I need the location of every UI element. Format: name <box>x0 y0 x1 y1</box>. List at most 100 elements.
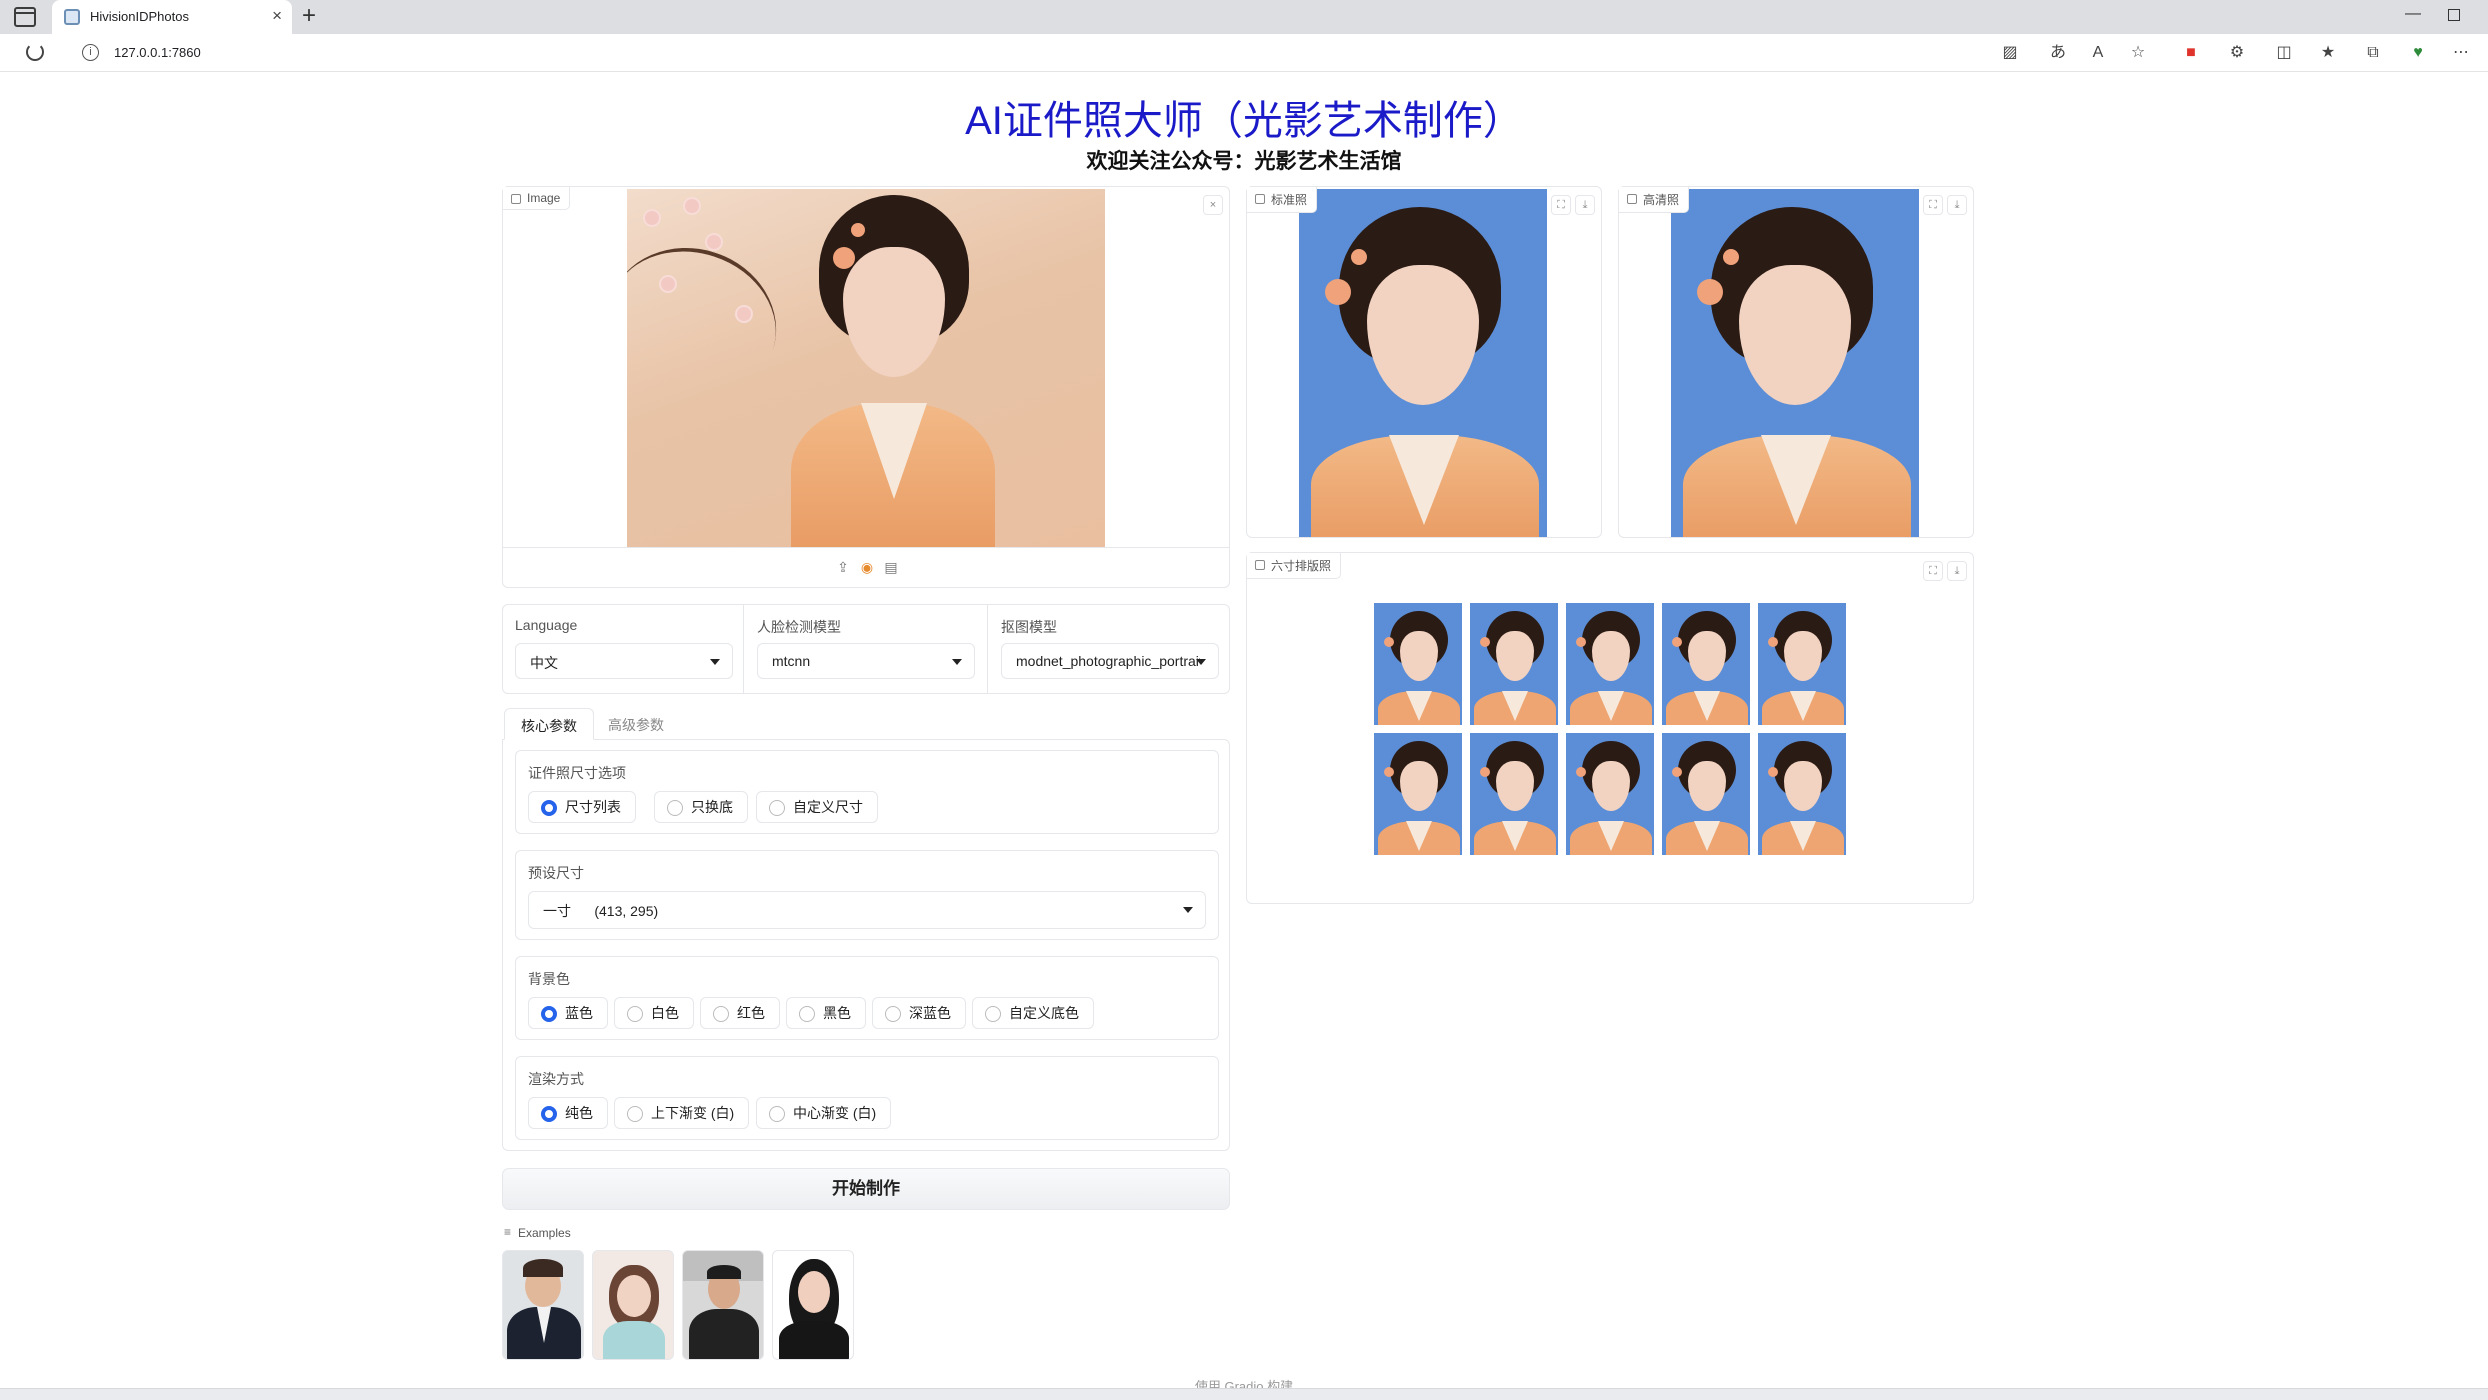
radio-dot <box>713 1006 729 1022</box>
preset-size-dropdown[interactable]: 一寸 (413, 295) <box>528 891 1206 929</box>
radio-change-bg-only[interactable]: 只换底 <box>654 791 748 823</box>
image-icon <box>1255 194 1265 204</box>
browser-essentials-icon[interactable]: ♥ <box>2407 42 2429 64</box>
favorites-icon[interactable]: ★ <box>2317 42 2339 64</box>
chevron-down-icon <box>952 659 962 665</box>
model-selectors: Language 中文 人脸检测模型 mtcnn 抠图模型 modnet_pho… <box>502 604 1230 694</box>
tab-actions-icon[interactable] <box>14 7 36 27</box>
preset-size-label: 预设尺寸 <box>528 865 584 881</box>
radio-dot <box>985 1006 1001 1022</box>
radio-dot <box>799 1006 815 1022</box>
translate-icon[interactable]: あ <box>2047 42 2069 64</box>
render-mode-label: 渲染方式 <box>528 1071 584 1087</box>
extensions-icon[interactable]: ⚙ <box>2226 42 2248 64</box>
close-tab-icon[interactable]: × <box>272 7 282 25</box>
render-mode-group: 渲染方式 纯色 上下渐变 (白) 中心渐变 (白) <box>515 1056 1219 1140</box>
example-thumb-1[interactable] <box>502 1250 584 1360</box>
bottom-strip <box>0 1388 2488 1400</box>
language-value: 中文 <box>530 655 558 671</box>
no-image-icon[interactable]: ▨ <box>1999 42 2021 64</box>
split-screen-icon[interactable]: ◫ <box>2273 42 2295 64</box>
collections-icon[interactable]: ⧉ <box>2362 42 2384 64</box>
upload-icon[interactable]: ⇪ <box>833 557 853 577</box>
language-dropdown[interactable]: 中文 <box>515 643 733 679</box>
maximize-icon[interactable] <box>2448 9 2460 21</box>
reload-icon[interactable] <box>26 43 44 61</box>
layout-photo-cell <box>1470 603 1558 725</box>
radio-render-vertical-gradient[interactable]: 上下渐变 (白) <box>614 1097 750 1129</box>
chevron-down-icon <box>710 659 720 665</box>
download-icon[interactable]: ⤓ <box>1575 195 1595 215</box>
site-info-icon[interactable]: i <box>82 44 99 61</box>
clear-image-icon[interactable]: × <box>1203 195 1223 215</box>
radio-bg-blue[interactable]: 蓝色 <box>528 997 608 1029</box>
preset-size-group: 预设尺寸 一寸 (413, 295) <box>515 850 1219 940</box>
radio-dot <box>541 800 557 816</box>
download-icon[interactable]: ⤓ <box>1947 195 1967 215</box>
radio-bg-dark-blue[interactable]: 深蓝色 <box>872 997 966 1029</box>
image-icon <box>511 194 521 204</box>
matting-model-value: modnet_photographic_portrait_matting <box>1016 653 1200 669</box>
size-option-group: 证件照尺寸选项 尺寸列表 只换底 自定义尺寸 <box>515 750 1219 834</box>
matting-model-label: 抠图模型 <box>1001 619 1057 635</box>
more-icon[interactable]: ⋯ <box>2450 42 2472 64</box>
radio-bg-black[interactable]: 黑色 <box>786 997 866 1029</box>
favicon-icon <box>64 9 80 25</box>
layout-photo-cell <box>1566 733 1654 855</box>
upload-source-bar: ⇪ ◉ ▤ <box>503 547 1229 587</box>
radio-dot <box>885 1006 901 1022</box>
radio-bg-custom[interactable]: 自定义底色 <box>972 997 1094 1029</box>
clipboard-icon[interactable]: ▤ <box>881 557 901 577</box>
radio-dot <box>667 800 683 816</box>
layout-photo-panel: 六寸排版照 ⛶ ⤓ <box>1246 552 1974 904</box>
radio-bg-red[interactable]: 红色 <box>700 997 780 1029</box>
tab-advanced-params[interactable]: 高级参数 <box>592 708 680 740</box>
face-model-dropdown[interactable]: mtcnn <box>757 643 975 679</box>
radio-render-solid[interactable]: 纯色 <box>528 1097 608 1129</box>
hd-photo-label: 高清照 <box>1619 187 1690 213</box>
layout-photo-cell <box>1662 733 1750 855</box>
extension-red-icon[interactable]: ■ <box>2180 42 2202 64</box>
layout-photo-label: 六寸排版照 <box>1247 553 1342 579</box>
tab-title: HivisionIDPhotos <box>90 9 189 24</box>
background-color-group: 背景色 蓝色 白色 红色 黑色 深蓝色 自定义底色 <box>515 956 1219 1040</box>
radio-dot <box>541 1006 557 1022</box>
radio-custom-size[interactable]: 自定义尺寸 <box>756 791 878 823</box>
favorite-star-icon[interactable]: ☆ <box>2127 42 2149 64</box>
download-icon[interactable]: ⤓ <box>1947 561 1967 581</box>
page-subtitle: 欢迎关注公众号：光影艺术生活馆 <box>1086 150 1402 173</box>
hd-photo <box>1671 189 1919 537</box>
new-tab-icon[interactable]: + <box>302 3 316 29</box>
webcam-icon[interactable]: ◉ <box>857 557 877 577</box>
radio-bg-white[interactable]: 白色 <box>614 997 694 1029</box>
browser-tab[interactable]: HivisionIDPhotos × <box>52 0 292 34</box>
radio-render-center-gradient[interactable]: 中心渐变 (白) <box>756 1097 892 1129</box>
background-color-label: 背景色 <box>528 971 570 987</box>
address-bar[interactable]: 127.0.0.1:7860 <box>114 45 201 60</box>
size-option-label: 证件照尺寸选项 <box>528 765 626 781</box>
example-thumb-2[interactable] <box>592 1250 674 1360</box>
input-image-panel[interactable]: Image × ⇪ ◉ ▤ <box>502 186 1230 588</box>
chevron-down-icon <box>1183 907 1193 913</box>
fullscreen-icon[interactable]: ⛶ <box>1923 561 1943 581</box>
layout-photo-cell <box>1758 603 1846 725</box>
radio-size-list[interactable]: 尺寸列表 <box>528 791 636 823</box>
fullscreen-icon[interactable]: ⛶ <box>1551 195 1571 215</box>
examples-label: Examples <box>504 1225 571 1240</box>
start-button[interactable]: 开始制作 <box>502 1168 1230 1210</box>
minimize-icon[interactable]: — <box>2405 5 2421 23</box>
uploaded-photo <box>627 189 1105 547</box>
radio-dot <box>541 1106 557 1122</box>
layout-photo-cell <box>1566 603 1654 725</box>
layout-photo-cell <box>1470 733 1558 855</box>
layout-photo-cell <box>1662 603 1750 725</box>
tab-core-params[interactable]: 核心参数 <box>504 708 594 740</box>
example-thumb-3[interactable] <box>682 1250 764 1360</box>
matting-model-dropdown[interactable]: modnet_photographic_portrait_matting <box>1001 643 1219 679</box>
read-aloud-icon[interactable]: A <box>2087 42 2109 64</box>
radio-dot <box>769 1106 785 1122</box>
layout-photo-cell <box>1758 733 1846 855</box>
example-thumb-4[interactable] <box>772 1250 854 1360</box>
language-label: Language <box>515 617 578 633</box>
fullscreen-icon[interactable]: ⛶ <box>1923 195 1943 215</box>
